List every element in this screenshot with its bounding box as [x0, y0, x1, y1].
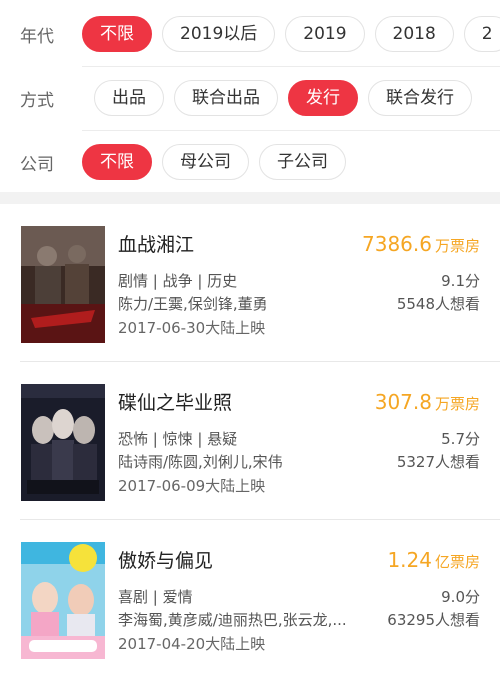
- chip-mode-produce[interactable]: 出品: [94, 80, 164, 116]
- box-office-unit: 万票房: [434, 237, 480, 255]
- box-office-value: 307.8: [374, 390, 432, 414]
- movie-card[interactable]: 碟仙之毕业照 307.8 万票房 恐怖 | 惊悚 | 悬疑 5.7分 陆诗雨/陈圆…: [0, 362, 500, 520]
- movie-score: 5.7分: [441, 430, 480, 448]
- movie-score: 9.0分: [441, 588, 480, 606]
- movie-title: 傲娇与偏见: [118, 550, 214, 572]
- movie-title: 碟仙之毕业照: [118, 392, 233, 414]
- chip-company-unlimited[interactable]: 不限: [82, 144, 152, 180]
- movie-genres: 恐怖 | 惊悚 | 悬疑: [118, 430, 238, 448]
- filter-label-company: 公司: [20, 154, 54, 175]
- chip-era-more[interactable]: 2: [463, 16, 500, 52]
- movie-cast: 李海蜀,黄彦威/迪丽热巴,张云龙,...: [118, 611, 347, 629]
- section-gap: [0, 192, 500, 204]
- mode-chip-group: 出品 联合出品 发行 联合发行: [94, 80, 482, 116]
- chip-company-parent[interactable]: 母公司: [162, 144, 249, 180]
- box-office-value: 7386.6: [362, 232, 432, 256]
- chip-era-unlimited[interactable]: 不限: [82, 16, 152, 52]
- movie-title: 血战湘江: [118, 234, 195, 256]
- movie-poster[interactable]: [21, 226, 105, 343]
- movie-genres: 喜剧 | 爱情: [118, 588, 193, 606]
- company-chip-group: 不限 母公司 子公司: [82, 144, 356, 180]
- filter-row-company: 公司 不限 母公司 子公司: [0, 130, 500, 194]
- chip-era-2019[interactable]: 2019: [285, 16, 365, 52]
- movie-genres: 剧情 | 战争 | 历史: [118, 272, 238, 290]
- movie-poster[interactable]: [21, 542, 105, 659]
- chip-era-2018[interactable]: 2018: [374, 16, 454, 52]
- era-chip-group: 不限 2019以后 2019 2018 2: [82, 16, 500, 52]
- box-office: 1.24 亿票房: [387, 548, 480, 572]
- release-date: 2017-06-30大陆上映: [118, 319, 266, 337]
- movie-card[interactable]: 血战湘江 7386.6 万票房 剧情 | 战争 | 历史 9.1分 陈力/王霙,保…: [0, 204, 500, 362]
- chip-era-after-2019[interactable]: 2019以后: [162, 16, 276, 52]
- box-office-unit: 万票房: [434, 395, 480, 413]
- want-to-see-count: 5327人想看: [396, 453, 480, 471]
- chip-mode-co-distribute[interactable]: 联合发行: [368, 80, 472, 116]
- movie-list: 血战湘江 7386.6 万票房 剧情 | 战争 | 历史 9.1分 陈力/王霙,保…: [0, 204, 500, 675]
- movie-score: 9.1分: [441, 272, 480, 290]
- filter-label-era: 年代: [20, 26, 54, 47]
- filter-row-era: 年代 不限 2019以后 2019 2018 2: [0, 2, 500, 66]
- movie-cast: 陈力/王霙,保剑锋,董勇: [118, 295, 268, 313]
- want-to-see-count: 63295人想看: [387, 611, 480, 629]
- movie-card[interactable]: 傲娇与偏见 1.24 亿票房 喜剧 | 爱情 9.0分 李海蜀,黄彦威/迪丽热巴,…: [0, 520, 500, 675]
- chip-mode-distribute[interactable]: 发行: [288, 80, 358, 116]
- filter-label-mode: 方式: [20, 90, 54, 111]
- chip-company-subsidiary[interactable]: 子公司: [259, 144, 346, 180]
- box-office: 7386.6 万票房: [362, 232, 480, 256]
- chip-mode-co-produce[interactable]: 联合出品: [174, 80, 278, 116]
- movie-cast: 陆诗雨/陈圆,刘俐儿,宋伟: [118, 453, 283, 471]
- release-date: 2017-04-20大陆上映: [118, 635, 266, 653]
- box-office-value: 1.24: [387, 548, 432, 572]
- want-to-see-count: 5548人想看: [396, 295, 480, 313]
- movie-poster[interactable]: [21, 384, 105, 501]
- box-office: 307.8 万票房: [375, 390, 480, 414]
- filter-row-mode: 方式 出品 联合出品 发行 联合发行: [0, 66, 500, 130]
- release-date: 2017-06-09大陆上映: [118, 477, 266, 495]
- box-office-unit: 亿票房: [434, 553, 480, 571]
